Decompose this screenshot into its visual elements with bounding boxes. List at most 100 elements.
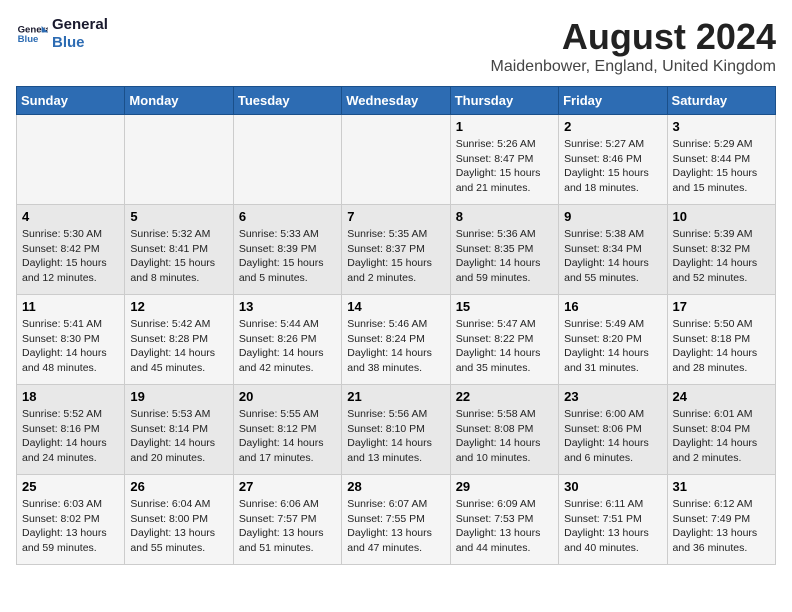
cell-w3-d5: 15 Sunrise: 5:47 AM Sunset: 8:22 PM Dayli…: [450, 295, 558, 385]
header-row: Sunday Monday Tuesday Wednesday Thursday…: [17, 87, 776, 115]
logo: General Blue General Blue: [16, 16, 108, 52]
cell-w5-d4: 28Sunrise: 6:07 AM Sunset: 7:55 PM Dayli…: [342, 475, 450, 565]
day-number: 5: [130, 209, 227, 224]
day-number: 3: [673, 119, 770, 134]
col-tuesday: Tuesday: [233, 87, 341, 115]
day-info: Sunrise: 5:55 AM Sunset: 8:12 PM Dayligh…: [239, 407, 336, 466]
day-info: Sunrise: 5:58 AM Sunset: 8:08 PM Dayligh…: [456, 407, 553, 466]
day-info: Sunrise: 5:29 AM Sunset: 8:44 PM Dayligh…: [673, 137, 770, 196]
day-info: Sunrise: 5:32 AM Sunset: 8:41 PM Dayligh…: [130, 227, 227, 286]
cell-w2-d7: 10Sunrise: 5:39 AM Sunset: 8:32 PM Dayli…: [667, 205, 775, 295]
cell-w5-d3: 27Sunrise: 6:06 AM Sunset: 7:57 PM Dayli…: [233, 475, 341, 565]
cell-w1-d6: 2Sunrise: 5:27 AM Sunset: 8:46 PM Daylig…: [559, 115, 667, 205]
cell-w1-d2: [125, 115, 233, 205]
cell-w4-d3: 20 Sunrise: 5:55 AM Sunset: 8:12 PM Dayli…: [233, 385, 341, 475]
day-info: Sunrise: 5:26 AM Sunset: 8:47 PM Dayligh…: [456, 137, 553, 196]
cell-w3-d2: 12 Sunrise: 5:42 AM Sunset: 8:28 PM Dayli…: [125, 295, 233, 385]
cell-w4-d6: 23 Sunrise: 6:00 AM Sunset: 8:06 PM Dayli…: [559, 385, 667, 475]
cell-w2-d2: 5 Sunrise: 5:32 AM Sunset: 8:41 PM Daylig…: [125, 205, 233, 295]
day-info: Sunrise: 5:41 AM Sunset: 8:30 PM Dayligh…: [22, 317, 119, 376]
day-info: Sunrise: 6:00 AM Sunset: 8:06 PM Dayligh…: [564, 407, 661, 466]
cell-w3-d4: 14Sunrise: 5:46 AM Sunset: 8:24 PM Dayli…: [342, 295, 450, 385]
day-number: 25: [22, 479, 119, 494]
col-monday: Monday: [125, 87, 233, 115]
day-info: Sunrise: 5:44 AM Sunset: 8:26 PM Dayligh…: [239, 317, 336, 376]
day-number: 31: [673, 479, 770, 494]
logo-blue: Blue: [52, 34, 108, 52]
day-info: Sunrise: 5:35 AM Sunset: 8:37 PM Dayligh…: [347, 227, 444, 286]
cell-w5-d2: 26 Sunrise: 6:04 AM Sunset: 8:00 PM Dayli…: [125, 475, 233, 565]
day-number: 28: [347, 479, 444, 494]
cell-w1-d7: 3 Sunrise: 5:29 AM Sunset: 8:44 PM Daylig…: [667, 115, 775, 205]
day-number: 13: [239, 299, 336, 314]
day-info: Sunrise: 6:04 AM Sunset: 8:00 PM Dayligh…: [130, 497, 227, 556]
day-info: Sunrise: 5:33 AM Sunset: 8:39 PM Dayligh…: [239, 227, 336, 286]
cell-w2-d1: 4 Sunrise: 5:30 AM Sunset: 8:42 PM Daylig…: [17, 205, 125, 295]
day-info: Sunrise: 5:53 AM Sunset: 8:14 PM Dayligh…: [130, 407, 227, 466]
cell-w4-d7: 24 Sunrise: 6:01 AM Sunset: 8:04 PM Dayli…: [667, 385, 775, 475]
cell-w4-d1: 18 Sunrise: 5:52 AM Sunset: 8:16 PM Dayli…: [17, 385, 125, 475]
day-number: 6: [239, 209, 336, 224]
cell-w4-d4: 21Sunrise: 5:56 AM Sunset: 8:10 PM Dayli…: [342, 385, 450, 475]
day-info: Sunrise: 6:01 AM Sunset: 8:04 PM Dayligh…: [673, 407, 770, 466]
week-row-4: 18 Sunrise: 5:52 AM Sunset: 8:16 PM Dayli…: [17, 385, 776, 475]
day-number: 19: [130, 389, 227, 404]
cell-w4-d2: 19 Sunrise: 5:53 AM Sunset: 8:14 PM Dayli…: [125, 385, 233, 475]
day-info: Sunrise: 5:30 AM Sunset: 8:42 PM Dayligh…: [22, 227, 119, 286]
location: Maidenbower, England, United Kingdom: [490, 58, 776, 76]
calendar-table: Sunday Monday Tuesday Wednesday Thursday…: [16, 86, 776, 565]
page-header: General Blue General Blue August 2024 Ma…: [16, 16, 776, 76]
logo-icon: General Blue: [16, 18, 48, 50]
week-row-5: 25 Sunrise: 6:03 AM Sunset: 8:02 PM Dayli…: [17, 475, 776, 565]
day-info: Sunrise: 5:42 AM Sunset: 8:28 PM Dayligh…: [130, 317, 227, 376]
cell-w2-d5: 8Sunrise: 5:36 AM Sunset: 8:35 PM Daylig…: [450, 205, 558, 295]
cell-w5-d6: 30Sunrise: 6:11 AM Sunset: 7:51 PM Dayli…: [559, 475, 667, 565]
cell-w5-d7: 31 Sunrise: 6:12 AM Sunset: 7:49 PM Dayli…: [667, 475, 775, 565]
day-number: 20: [239, 389, 336, 404]
day-info: Sunrise: 5:50 AM Sunset: 8:18 PM Dayligh…: [673, 317, 770, 376]
day-number: 12: [130, 299, 227, 314]
cell-w4-d5: 22Sunrise: 5:58 AM Sunset: 8:08 PM Dayli…: [450, 385, 558, 475]
cell-w2-d4: 7Sunrise: 5:35 AM Sunset: 8:37 PM Daylig…: [342, 205, 450, 295]
day-number: 23: [564, 389, 661, 404]
calendar-body: 1Sunrise: 5:26 AM Sunset: 8:47 PM Daylig…: [17, 115, 776, 565]
month-year: August 2024: [490, 16, 776, 58]
col-wednesday: Wednesday: [342, 87, 450, 115]
day-info: Sunrise: 6:09 AM Sunset: 7:53 PM Dayligh…: [456, 497, 553, 556]
week-row-3: 11 Sunrise: 5:41 AM Sunset: 8:30 PM Dayli…: [17, 295, 776, 385]
day-info: Sunrise: 5:39 AM Sunset: 8:32 PM Dayligh…: [673, 227, 770, 286]
day-number: 30: [564, 479, 661, 494]
day-number: 11: [22, 299, 119, 314]
cell-w3-d6: 16 Sunrise: 5:49 AM Sunset: 8:20 PM Dayli…: [559, 295, 667, 385]
cell-w1-d4: [342, 115, 450, 205]
cell-w1-d3: [233, 115, 341, 205]
col-thursday: Thursday: [450, 87, 558, 115]
cell-w5-d1: 25 Sunrise: 6:03 AM Sunset: 8:02 PM Dayli…: [17, 475, 125, 565]
day-number: 4: [22, 209, 119, 224]
day-info: Sunrise: 5:38 AM Sunset: 8:34 PM Dayligh…: [564, 227, 661, 286]
day-info: Sunrise: 5:27 AM Sunset: 8:46 PM Dayligh…: [564, 137, 661, 196]
day-info: Sunrise: 6:06 AM Sunset: 7:57 PM Dayligh…: [239, 497, 336, 556]
day-number: 9: [564, 209, 661, 224]
logo-general: General: [52, 16, 108, 34]
cell-w2-d6: 9 Sunrise: 5:38 AM Sunset: 8:34 PM Daylig…: [559, 205, 667, 295]
cell-w1-d5: 1Sunrise: 5:26 AM Sunset: 8:47 PM Daylig…: [450, 115, 558, 205]
day-number: 24: [673, 389, 770, 404]
cell-w1-d1: [17, 115, 125, 205]
day-number: 16: [564, 299, 661, 314]
svg-text:Blue: Blue: [18, 34, 39, 45]
day-number: 15: [456, 299, 553, 314]
day-info: Sunrise: 5:46 AM Sunset: 8:24 PM Dayligh…: [347, 317, 444, 376]
cell-w3-d7: 17Sunrise: 5:50 AM Sunset: 8:18 PM Dayli…: [667, 295, 775, 385]
title-block: August 2024 Maidenbower, England, United…: [490, 16, 776, 76]
day-info: Sunrise: 5:49 AM Sunset: 8:20 PM Dayligh…: [564, 317, 661, 376]
day-number: 18: [22, 389, 119, 404]
day-number: 26: [130, 479, 227, 494]
day-info: Sunrise: 6:12 AM Sunset: 7:49 PM Dayligh…: [673, 497, 770, 556]
day-info: Sunrise: 6:03 AM Sunset: 8:02 PM Dayligh…: [22, 497, 119, 556]
col-sunday: Sunday: [17, 87, 125, 115]
cell-w3-d1: 11 Sunrise: 5:41 AM Sunset: 8:30 PM Dayli…: [17, 295, 125, 385]
day-info: Sunrise: 5:52 AM Sunset: 8:16 PM Dayligh…: [22, 407, 119, 466]
week-row-2: 4 Sunrise: 5:30 AM Sunset: 8:42 PM Daylig…: [17, 205, 776, 295]
day-info: Sunrise: 5:47 AM Sunset: 8:22 PM Dayligh…: [456, 317, 553, 376]
